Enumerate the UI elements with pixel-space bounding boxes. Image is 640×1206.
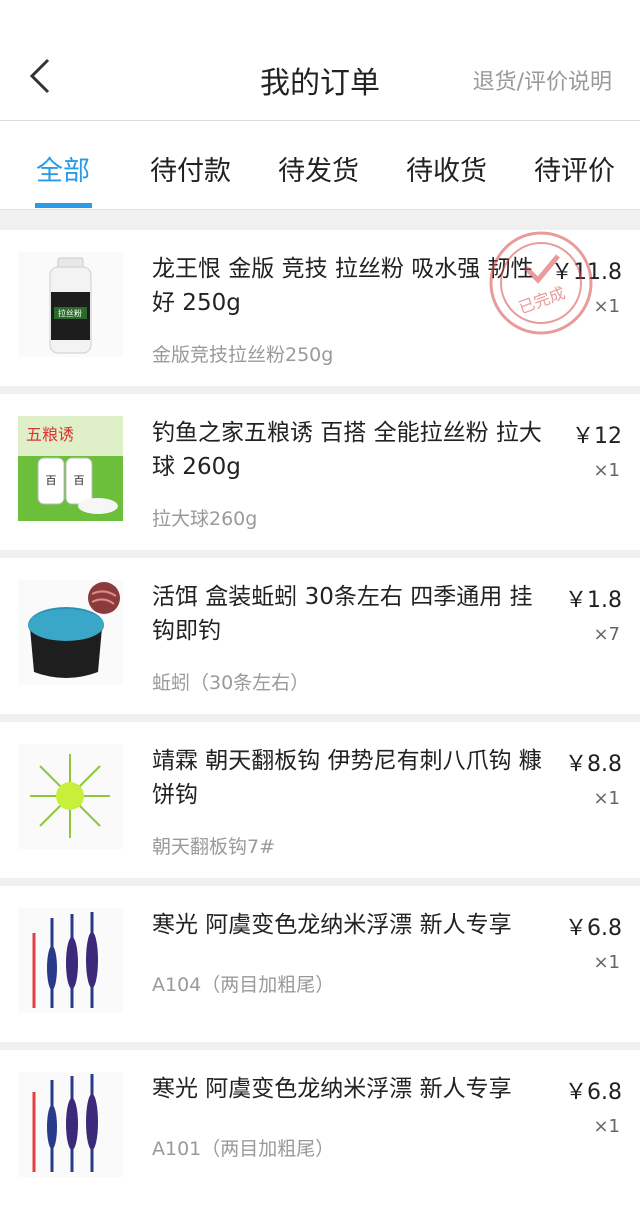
product-thumbnail[interactable] — [18, 908, 123, 1013]
order-status-tabs: 全部 待付款 待发货 待收货 待评价 — [0, 121, 640, 210]
svg-text:百: 百 — [74, 474, 85, 487]
product-spec: 蚯蚓（30条左右） — [152, 672, 310, 694]
svg-text:五粮诱: 五粮诱 — [26, 425, 74, 444]
top-bar: 我的订单 退货/评价说明 — [0, 0, 640, 121]
product-quantity: ×1 — [593, 460, 620, 481]
product-quantity: ×1 — [593, 788, 620, 809]
product-thumbnail[interactable] — [18, 1072, 123, 1177]
order-item[interactable]: 寒光 阿虞变色龙纳米浮漂 新人专享 A104（两目加粗尾） ￥6.8 ×1 — [0, 886, 640, 1042]
product-thumbnail[interactable] — [18, 580, 123, 685]
product-spec: 金版竞技拉丝粉250g — [152, 344, 334, 366]
product-name[interactable]: 寒光 阿虞变色龙纳米浮漂 新人专享 — [152, 908, 552, 942]
product-spec: 朝天翻板钩7# — [152, 836, 276, 858]
active-tab-indicator — [35, 203, 92, 208]
product-thumbnail[interactable]: 五粮诱 百 百 — [18, 416, 123, 521]
bait-jar-icon: 五粮诱 百 百 — [18, 416, 123, 521]
tab-all[interactable]: 全部 — [36, 149, 90, 188]
product-spec: A104（两目加粗尾） — [152, 974, 335, 996]
worm-box-icon — [18, 580, 123, 685]
product-name[interactable]: 靖霖 朝天翻板钩 伊势尼有刺八爪钩 糠饼钩 — [152, 744, 552, 812]
order-item[interactable]: 靖霖 朝天翻板钩 伊势尼有刺八爪钩 糠饼钩 朝天翻板钩7# ￥8.8 ×1 — [0, 722, 640, 878]
bottle-icon: 拉丝粉 — [18, 252, 123, 357]
svg-text:拉丝粉: 拉丝粉 — [58, 308, 82, 318]
product-quantity: ×7 — [593, 624, 620, 645]
return-review-help-link[interactable]: 退货/评价说明 — [473, 64, 612, 96]
product-price: ￥12 — [572, 424, 622, 449]
tab-pending-review[interactable]: 待评价 — [534, 149, 615, 188]
product-name[interactable]: 活饵 盒装蚯蚓 30条左右 四季通用 挂钩即钓 — [152, 580, 552, 648]
completed-stamp-icon: 已完成 — [489, 231, 593, 335]
product-quantity: ×1 — [593, 1116, 620, 1137]
product-price: ￥1.8 — [565, 588, 622, 613]
product-quantity: ×1 — [593, 952, 620, 973]
float-icon — [18, 1072, 123, 1177]
product-name[interactable]: 钓鱼之家五粮诱 百搭 全能拉丝粉 拉大球 260g — [152, 416, 552, 484]
product-price: ￥8.8 — [565, 752, 622, 777]
product-spec: A101（两目加粗尾） — [152, 1138, 335, 1160]
order-item[interactable]: 活饵 盒装蚯蚓 30条左右 四季通用 挂钩即钓 蚯蚓（30条左右） ￥1.8 ×… — [0, 558, 640, 714]
product-thumbnail[interactable] — [18, 744, 123, 849]
product-quantity: ×1 — [593, 296, 620, 317]
svg-text:百: 百 — [46, 474, 57, 487]
float-icon — [18, 908, 123, 1013]
hook-icon — [18, 744, 123, 849]
order-item[interactable]: 五粮诱 百 百 钓鱼之家五粮诱 百搭 全能拉丝粉 拉大球 260g 拉大球260… — [0, 394, 640, 550]
product-thumbnail[interactable]: 拉丝粉 — [18, 252, 123, 357]
product-spec: 拉大球260g — [152, 508, 258, 530]
tab-pending-receipt[interactable]: 待收货 — [406, 149, 487, 188]
product-price: ￥6.8 — [565, 916, 622, 941]
tab-pending-payment[interactable]: 待付款 — [150, 149, 231, 188]
stamp-text: 已完成 — [516, 283, 568, 317]
product-price: ￥6.8 — [565, 1080, 622, 1105]
product-name[interactable]: 寒光 阿虞变色龙纳米浮漂 新人专享 — [152, 1072, 552, 1106]
order-item[interactable]: 拉丝粉 龙王恨 金版 竞技 拉丝粉 吸水强 韧性好 250g 金版竞技拉丝粉25… — [0, 230, 640, 386]
order-item[interactable]: 寒光 阿虞变色龙纳米浮漂 新人专享 A101（两目加粗尾） ￥6.8 ×1 — [0, 1050, 640, 1206]
tab-pending-shipment[interactable]: 待发货 — [278, 149, 359, 188]
